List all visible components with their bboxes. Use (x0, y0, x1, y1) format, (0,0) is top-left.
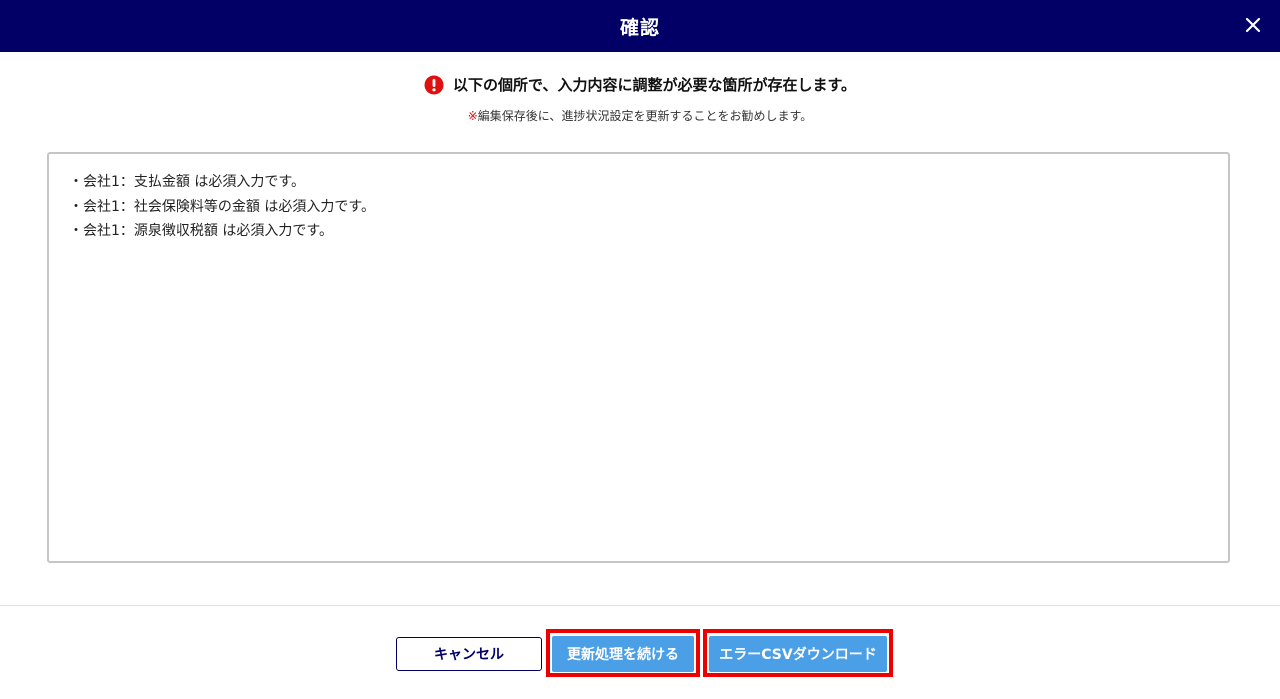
continue-update-button[interactable]: 更新処理を続ける (552, 636, 694, 672)
error-list[interactable]: ・会社1：支払金額 は必須入力です。 ・会社1：社会保険料等の金額 は必須入力で… (47, 152, 1230, 563)
cancel-button[interactable]: キャンセル (396, 637, 542, 671)
alert-message: 以下の個所で、入力内容に調整が必要な箇所が存在します。 (453, 76, 856, 94)
alert-message-row: 以下の個所で、入力内容に調整が必要な箇所が存在します。 (0, 74, 1280, 95)
error-csv-download-button[interactable]: エラーCSVダウンロード (709, 636, 887, 672)
note-text: 編集保存後に、進捗状況設定を更新することをお勧めします。 (477, 109, 813, 123)
footer-divider (0, 605, 1280, 606)
note-line: ※編集保存後に、進捗状況設定を更新することをお勧めします。 (0, 107, 1280, 124)
close-icon[interactable] (1240, 12, 1266, 38)
confirm-dialog: 確認 以下の個所で、入力内容に調整が必要な箇所が存在します。 ※編集保存後に、進… (0, 0, 1280, 699)
note-mark: ※ (467, 109, 478, 123)
dialog-title: 確認 (619, 16, 660, 39)
error-item: ・会社1：源泉徴収税額 は必須入力です。 (69, 223, 333, 239)
dialog-header: 確認 (0, 0, 1280, 52)
error-item: ・会社1：社会保険料等の金額 は必須入力です。 (69, 198, 375, 215)
exclamation-circle-icon (424, 75, 444, 95)
error-item: ・会社1：支払金額 は必須入力です。 (69, 174, 305, 190)
